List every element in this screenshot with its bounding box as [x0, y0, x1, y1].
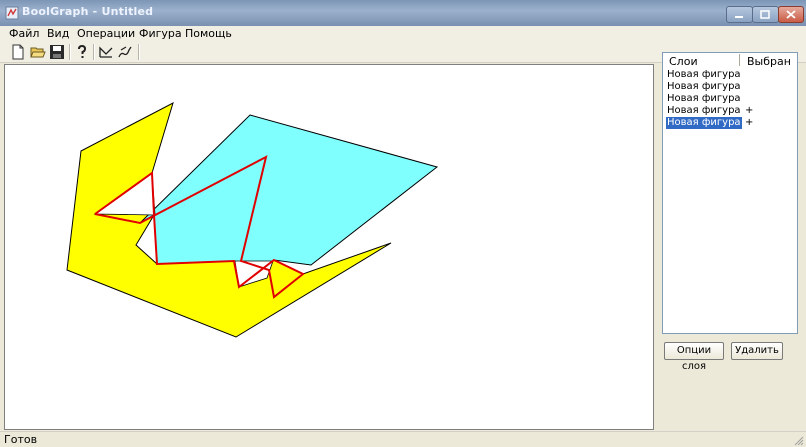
status-text: Готов	[4, 433, 38, 446]
toolbar-separator	[138, 44, 140, 60]
drawing-canvas[interactable]	[4, 64, 654, 430]
open-folder-icon[interactable]	[30, 44, 46, 60]
menu-bar: Файл Вид Операции Фигура Помощь	[0, 26, 806, 42]
menu-view[interactable]: Вид	[47, 27, 69, 40]
layer-row[interactable]: Новая фигура	[666, 69, 742, 81]
layers-column-header[interactable]: Слои	[669, 55, 698, 68]
layer-row-selected[interactable]: Новая фигура	[666, 117, 742, 129]
maximize-icon	[760, 10, 770, 19]
layer-options-button[interactable]: Опции слоя	[664, 342, 724, 372]
close-icon	[786, 10, 796, 19]
column-divider[interactable]	[739, 54, 740, 66]
delete-button[interactable]: Удалить	[731, 342, 783, 360]
shapes-layer	[66, 102, 439, 338]
title-bar[interactable]: BoolGraph - Untitled	[0, 0, 806, 26]
layer-row[interactable]: Новая фигура	[666, 81, 742, 93]
close-button[interactable]	[778, 6, 804, 23]
layer-selected-mark: +	[745, 117, 754, 128]
layer-selected-mark: +	[745, 105, 754, 116]
toolbar-separator	[93, 44, 95, 60]
layers-list[interactable]: Слои Выбран Новая фигура Новая фигура Но…	[662, 52, 798, 334]
maximize-button[interactable]	[752, 6, 779, 23]
window-title: BoolGraph - Untitled	[22, 5, 154, 18]
freehand-tool-icon[interactable]	[117, 44, 133, 60]
app-icon	[5, 6, 19, 20]
polyline-tool-icon[interactable]	[98, 44, 114, 60]
new-file-icon[interactable]	[10, 44, 26, 60]
menu-file[interactable]: Файл	[9, 27, 39, 40]
cyan-shape[interactable]	[139, 114, 439, 288]
app-window: BoolGraph - Untitled Файл Вид Операции Ф…	[0, 0, 806, 447]
minimize-button[interactable]	[726, 6, 753, 23]
layer-row[interactable]: Новая фигура	[666, 105, 742, 117]
help-icon[interactable]	[74, 44, 90, 60]
menu-operations[interactable]: Операции	[77, 27, 135, 40]
status-bar: Готов	[0, 431, 806, 447]
toolbar-separator	[69, 44, 71, 60]
layer-row[interactable]: Новая фигура	[666, 93, 742, 105]
save-icon[interactable]	[49, 44, 65, 60]
minimize-icon	[735, 16, 743, 18]
selected-column-header[interactable]: Выбран	[747, 55, 791, 68]
menu-help[interactable]: Помощь	[185, 27, 232, 40]
resize-grip-icon[interactable]	[794, 436, 804, 446]
menu-shape[interactable]: Фигура	[139, 27, 182, 40]
